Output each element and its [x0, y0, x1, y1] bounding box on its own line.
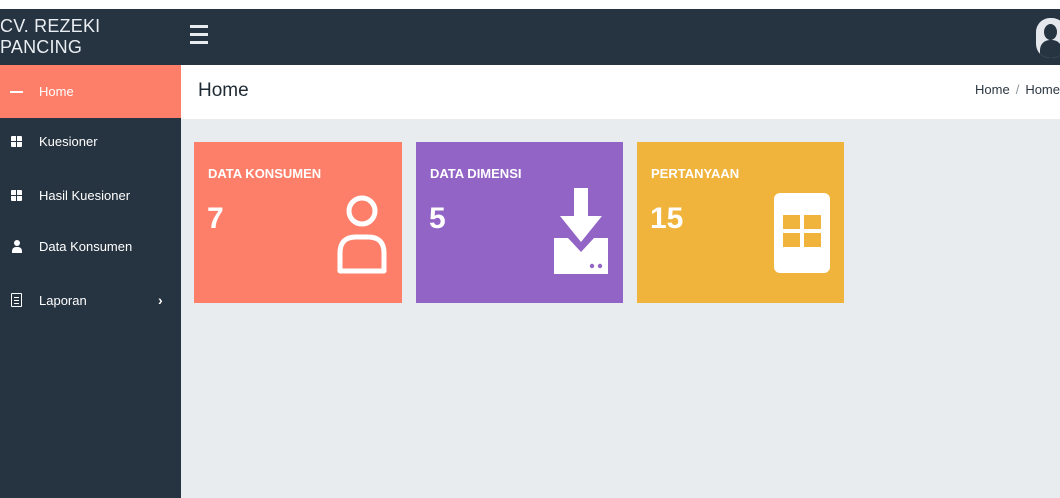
card-pertanyaan[interactable]: PERTANYAAN 15: [637, 142, 844, 303]
card-title: PERTANYAAN: [651, 166, 740, 181]
sidebar-item-kuesioner[interactable]: Kuesioner: [0, 121, 181, 161]
brand-title[interactable]: CV. REZEKI PANCING: [0, 9, 181, 65]
sidebar-item-label: Kuesioner: [39, 133, 98, 149]
grid-icon: [774, 193, 830, 273]
app-root: CV. REZEKI PANCING Home Kuesioner Hasil …: [0, 0, 1060, 498]
card-value: 7: [207, 202, 224, 235]
card-title: DATA DIMENSI: [430, 166, 522, 181]
sidebar-item-laporan[interactable]: Laporan ›: [0, 280, 181, 320]
sidebar-item-label: Home: [39, 84, 74, 99]
card-data-konsumen[interactable]: DATA KONSUMEN 7: [194, 142, 402, 303]
hamburger-icon[interactable]: [190, 25, 208, 47]
grid-icon: [10, 135, 23, 148]
breadcrumb: Home / Home: [975, 82, 1060, 97]
card-title: DATA KONSUMEN: [208, 166, 322, 181]
user-avatar-icon[interactable]: [1036, 18, 1060, 58]
main-content: Home Home / Home DATA KONSUMEN 7 DATA DIME…: [181, 65, 1060, 498]
document-icon: [10, 293, 23, 307]
grid-icon: [10, 189, 23, 202]
card-value: 15: [650, 202, 684, 235]
user-outline-icon: [337, 195, 387, 274]
sidebar-item-home[interactable]: Home: [0, 65, 181, 118]
sidebar-item-label: Laporan: [39, 292, 87, 308]
breadcrumb-current: Home: [1025, 82, 1060, 97]
sidebar: Home Kuesioner Hasil Kuesioner Data Kons…: [0, 65, 181, 498]
breadcrumb-link[interactable]: Home: [975, 82, 1010, 97]
card-value: 5: [429, 202, 446, 235]
breadcrumb-separator: /: [1015, 82, 1020, 97]
user-icon: [10, 239, 23, 253]
content-header: Home Home / Home: [181, 65, 1060, 119]
download-icon: [554, 188, 608, 274]
sidebar-item-label: Data Konsumen: [39, 238, 133, 254]
page-title: Home: [198, 80, 249, 101]
card-data-dimensi[interactable]: DATA DIMENSI 5: [416, 142, 623, 303]
sidebar-item-label: Hasil Kuesioner: [39, 187, 131, 203]
chevron-right-icon: ›: [158, 292, 163, 308]
top-strip: [0, 0, 1060, 9]
sidebar-item-data-konsumen[interactable]: Data Konsumen: [0, 226, 181, 266]
bars-icon: [10, 85, 23, 98]
navbar: CV. REZEKI PANCING: [0, 9, 1060, 65]
sidebar-item-hasil-kuesioner[interactable]: Hasil Kuesioner: [0, 175, 181, 215]
